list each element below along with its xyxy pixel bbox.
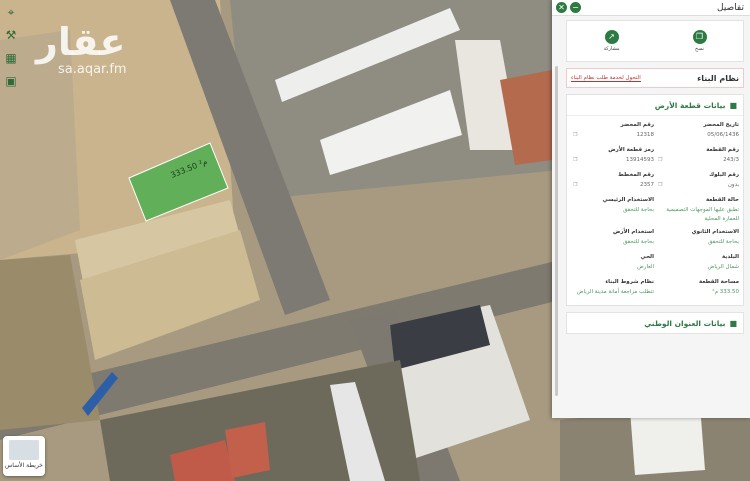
map-icon: ■ [729,100,737,110]
grid-icon[interactable]: ▦ [3,50,19,66]
minimize-icon[interactable]: − [570,2,581,13]
field-label: الحي [640,254,654,260]
national-address-section[interactable]: بيانات العنوان الوطني ■ [566,312,744,334]
details-panel: ✕ − تفاصيل ↗ مشاركة ❐ نسخ التحول لخدمة ط… [552,0,750,418]
copy-button[interactable]: ❐ نسخ [692,30,707,52]
land-field: الاستخدام الثانوي بحاجة للتحقق [658,229,739,249]
field-value-text: 2357 [640,182,654,188]
field-value: بحاجة للتحقق [573,206,654,215]
building-system-title: نظام البناء [697,73,739,83]
field-value: العارض [573,263,654,272]
land-field: الاستخدام الرئيسي بحاجة للتحقق [573,197,654,224]
land-field: رقم المخطط 2357 ❐ [573,172,654,192]
land-field: رقم المحضر 12318 ❐ [573,122,654,142]
location-pin-icon[interactable]: ⌖ [3,4,19,20]
field-value-text: بحاجة للتحقق [623,239,654,245]
basemap-thumbnail [9,440,39,460]
field-value: شمال الرياض [658,263,739,272]
land-field: مساحة القطعة 333.50 م² [658,279,739,299]
map-toolbar: ⌖ ⚒ ▦ ▣ [3,0,21,96]
layers-icon[interactable]: ▣ [3,73,19,89]
land-field: البلدية شمال الرياض [658,254,739,274]
field-label: رمز قطعة الأرض [608,147,654,153]
share-icon: ↗ [604,30,619,44]
panel-header: ✕ − تفاصيل [552,0,750,16]
land-section-header[interactable]: بيانات قطعة الأرض ■ [567,95,743,116]
address-icon: ■ [729,318,737,328]
field-label: مساحة القطعة [699,279,739,285]
aqar-watermark: عقار sa.aqar.fm [36,22,127,77]
field-value-text: بحاجة للتحقق [708,239,739,245]
field-value-text: 05/06/1436 [707,132,739,138]
copy-value-icon[interactable]: ❐ [658,156,662,165]
field-label: حالة القطعة [705,197,739,203]
panel-actions: ↗ مشاركة ❐ نسخ [566,20,744,62]
field-value: 05/06/1436 [658,131,739,140]
field-value-text: بدون [727,182,739,188]
land-field: تاريخ المحضر 05/06/1436 [658,122,739,142]
share-button[interactable]: ↗ مشاركة [603,30,620,52]
field-value: بحاجة للتحقق [573,238,654,247]
field-value: 333.50 م² [658,288,739,297]
land-field: رمز قطعة الأرض 13914593 ❐ [573,147,654,167]
land-field: نظام شروط البناء تتطلب مراجعة أمانة مدينة… [573,279,654,299]
building-system-tab[interactable]: التحول لخدمة طلب نظام البناء نظام البناء [566,68,744,88]
field-label: نظام شروط البناء [605,279,654,285]
field-label: رقم القطعة [706,147,739,153]
field-value: 12318 ❐ [573,131,654,140]
land-field: رقم البلوك بدون ❐ [658,172,739,192]
map-type-toggle[interactable]: خريطة الأساس [3,436,45,476]
copy-value-icon[interactable]: ❐ [573,181,577,190]
panel-title: تفاصيل [717,2,744,13]
field-value-text: 12318 [636,132,655,138]
field-label: رقم المحضر [620,122,654,128]
land-data-section: بيانات قطعة الأرض ■ تاريخ المحضر 05/06/14… [566,94,744,306]
field-value-text: 243/3 [723,157,739,163]
map-type-label: خريطة الأساس [4,462,43,469]
watermark-brand: عقار [36,20,126,64]
land-field: الحي العارض [573,254,654,274]
building-system-link[interactable]: التحول لخدمة طلب نظام البناء [571,75,641,82]
field-value: تطبق عليها الموجهات التصميمية للعمارة ال… [658,206,739,224]
copy-value-icon[interactable]: ❐ [658,181,662,190]
close-icon[interactable]: ✕ [556,2,567,13]
field-label: رقم البلوك [709,172,739,178]
panel-scrollbar[interactable] [555,66,558,396]
national-address-title: بيانات العنوان الوطني [644,318,726,328]
field-label: البلدية [721,254,739,260]
watermark-domain: sa.aqar.fm [58,62,127,77]
field-value-text: بحاجة للتحقق [623,207,654,213]
field-label: استخدام الأرض [612,229,654,235]
field-label: الاستخدام الثانوي [691,229,739,235]
land-section-title: بيانات قطعة الأرض [654,100,726,110]
field-value: بحاجة للتحقق [658,238,739,247]
field-value-text: 333.50 م² [712,289,739,295]
field-value-text: شمال الرياض [707,264,739,270]
field-value: 243/3 ❐ [658,156,739,165]
land-field: رقم القطعة 243/3 ❐ [658,147,739,167]
field-label: تاريخ المحضر [703,122,739,128]
field-value: 13914593 ❐ [573,156,654,165]
copy-value-icon[interactable]: ❐ [573,156,577,165]
field-value-text: 13914593 [626,157,654,163]
field-value: تتطلب مراجعة أمانة مدينة الرياض [573,288,654,297]
field-label: الاستخدام الرئيسي [602,197,654,203]
land-field: حالة القطعة تطبق عليها الموجهات التصميمية… [658,197,739,224]
field-value-text: تتطلب مراجعة أمانة مدينة الرياض [576,289,654,295]
field-value-text: العارض [637,264,654,270]
field-value: 2357 ❐ [573,181,654,190]
field-value: بدون ❐ [658,181,739,190]
field-label: رقم المخطط [618,172,654,178]
land-field: استخدام الأرض بحاجة للتحقق [573,229,654,249]
copy-label: نسخ [694,46,705,52]
share-label: مشاركة [603,46,620,52]
copy-value-icon[interactable]: ❐ [573,131,577,140]
copy-icon: ❐ [692,30,707,44]
land-fields-grid: تاريخ المحضر 05/06/1436 رقم المحضر 12318 ❐ رق… [567,116,743,305]
tools-icon[interactable]: ⚒ [3,27,19,43]
field-value-text: تطبق عليها الموجهات التصميمية للعمارة ال… [666,207,739,222]
